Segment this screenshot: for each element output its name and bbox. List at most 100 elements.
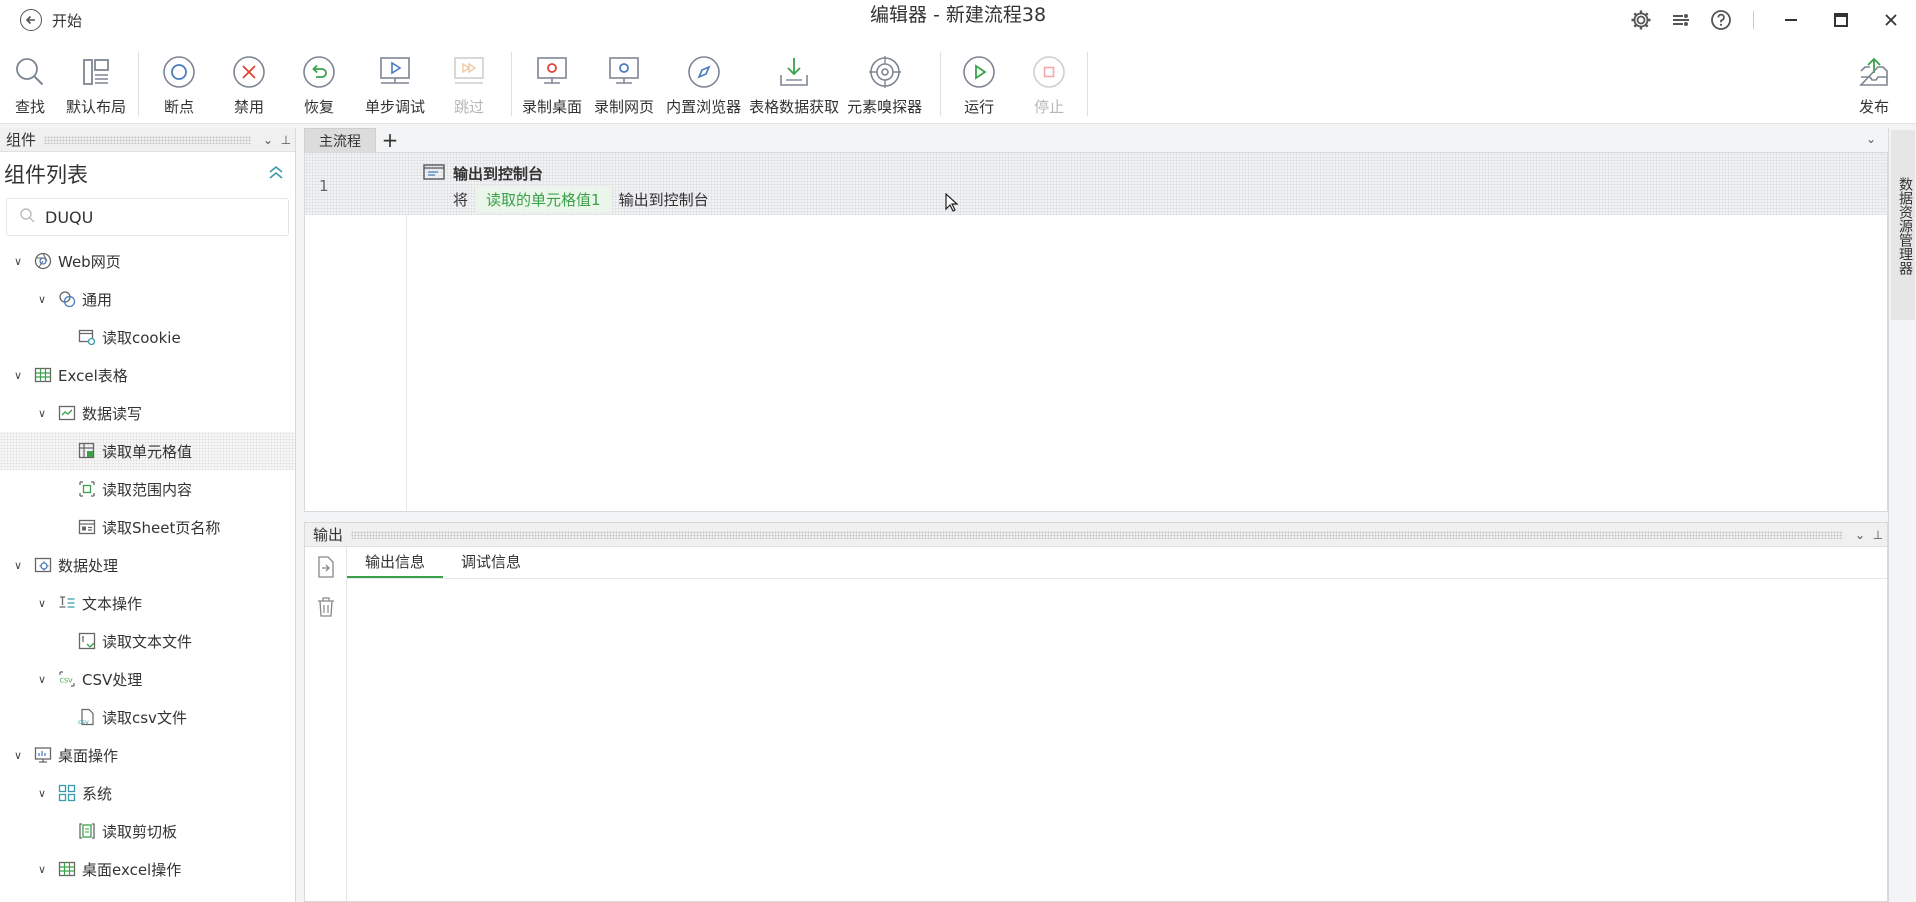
tree-node-read-sheet-name[interactable]: 读取Sheet页名称: [0, 508, 295, 546]
variable-chip[interactable]: 读取的单元格值1: [476, 187, 611, 212]
general-icon: [58, 290, 76, 308]
tree-node-general[interactable]: ∨ 通用: [0, 280, 295, 318]
chevron-down-icon[interactable]: ∨: [14, 255, 28, 268]
tabs-dropdown-icon[interactable]: ⌄: [1866, 132, 1876, 146]
tree-node-label: Web网页: [58, 252, 121, 271]
back-arrow-icon: [20, 9, 42, 31]
chevron-down-icon[interactable]: ∨: [38, 673, 52, 686]
tree-node-read-clipboard[interactable]: 读取剪切板: [0, 812, 295, 850]
tab-main-flow[interactable]: 主流程: [304, 128, 376, 152]
default-layout-button[interactable]: 默认布局: [62, 40, 130, 124]
pin-icon[interactable]: ⊥: [277, 133, 295, 147]
tree-node-read-range[interactable]: 读取范围内容: [0, 470, 295, 508]
find-label: 查找: [14, 98, 45, 116]
table-fetch-button[interactable]: 表格数据获取: [745, 40, 843, 124]
step-title: 输出到控制台: [453, 165, 544, 183]
component-search-input[interactable]: [45, 207, 265, 227]
breakpoint-button[interactable]: 断点: [155, 40, 203, 124]
csv-icon: CSV: [58, 670, 76, 688]
tree-node-desktop-excel[interactable]: ∨ 桌面excel操作: [0, 850, 295, 888]
toolbar: 查找 默认布局 断点 禁用 恢复 单步调试 跳过 录制桌面 录制网页 内置浏览器…: [0, 40, 1916, 124]
publish-button[interactable]: 发布: [1850, 40, 1898, 124]
tree-node-read-csv-file[interactable]: csv 读取csv文件: [0, 698, 295, 736]
chevron-down-icon[interactable]: ∨: [38, 293, 52, 306]
tree-node-label: 读取文本文件: [102, 632, 193, 651]
excel-icon: [34, 366, 52, 384]
chevron-down-icon[interactable]: ∨: [38, 407, 52, 420]
record-desktop-button[interactable]: 录制桌面: [518, 40, 586, 124]
restore-label: 恢复: [304, 98, 335, 116]
tree-node-read-cookie[interactable]: 读取cookie: [0, 318, 295, 356]
component-search-box[interactable]: [6, 198, 289, 236]
add-tab-button[interactable]: +: [376, 128, 404, 152]
disable-button[interactable]: 禁用: [225, 40, 273, 124]
flow-editor[interactable]: 1 输出到控制台 将 读取的单元格值1 输出到控制台: [304, 152, 1888, 512]
tree-node-label: 桌面操作: [58, 746, 119, 765]
pin-icon[interactable]: ⊥: [1869, 528, 1887, 542]
export-log-icon[interactable]: [305, 547, 347, 587]
tree-node-label: 桌面excel操作: [82, 860, 182, 879]
skip-label: 跳过: [454, 98, 485, 116]
run-label: 运行: [964, 98, 995, 116]
disable-icon: [229, 52, 269, 92]
chevron-down-icon[interactable]: ∨: [38, 597, 52, 610]
data-explorer-tab[interactable]: 数据资源管理器: [1891, 130, 1915, 320]
plugin-icon[interactable]: [1661, 0, 1701, 40]
restore-button[interactable]: 恢复: [295, 40, 343, 124]
tree-node-system[interactable]: ∨ 系统: [0, 774, 295, 812]
trash-icon[interactable]: [305, 587, 347, 627]
skip-icon: [449, 52, 489, 92]
help-icon[interactable]: [1701, 0, 1741, 40]
element-sniffer-label: 元素嗅探器: [847, 98, 923, 116]
panel-dropdown-icon[interactable]: ⌄: [1851, 528, 1869, 542]
tree-node-label: 通用: [82, 290, 113, 309]
output-tabs: 输出信息 调试信息: [347, 547, 1887, 579]
panel-drag-handle[interactable]: [44, 135, 251, 144]
component-panel-header-label: 组件: [6, 131, 37, 149]
back-button[interactable]: 开始: [20, 9, 82, 31]
chevron-down-icon[interactable]: ∨: [38, 863, 52, 876]
search-icon: [19, 207, 35, 227]
panel-dropdown-icon[interactable]: ⌄: [259, 133, 277, 147]
tree-node-csv[interactable]: ∨ CSV CSV处理: [0, 660, 295, 698]
chevron-down-icon[interactable]: ∨: [14, 559, 28, 572]
record-web-button[interactable]: 录制网页: [590, 40, 658, 124]
component-panel: 组件 ⌄ ⊥ 组件列表 ∨ Web网页 ∨ 通用 读取cookie: [0, 128, 296, 902]
back-label: 开始: [52, 11, 83, 30]
tree-node-read-cell[interactable]: 读取单元格值: [0, 432, 295, 470]
publish-icon: [1854, 52, 1894, 92]
step-description: 将 读取的单元格值1 输出到控制台: [453, 187, 709, 212]
run-button[interactable]: 运行: [955, 40, 1003, 124]
record-desktop-icon: [532, 52, 572, 92]
stop-button[interactable]: 停止: [1025, 40, 1073, 124]
flow-step-row[interactable]: 1 输出到控制台 将 读取的单元格值1 输出到控制台: [305, 153, 1887, 215]
element-sniffer-button[interactable]: 元素嗅探器: [843, 40, 926, 124]
settings-gear-icon[interactable]: [1621, 0, 1661, 40]
step-debug-button[interactable]: 单步调试: [361, 40, 429, 124]
tree-node-read-text-file[interactable]: 读取文本文件: [0, 622, 295, 660]
builtin-browser-button[interactable]: 内置浏览器: [662, 40, 745, 124]
tree-node-desktop[interactable]: ∨ 桌面操作: [0, 736, 295, 774]
tree-node-excel[interactable]: ∨ Excel表格: [0, 356, 295, 394]
collapse-all-icon[interactable]: [267, 163, 285, 185]
chevron-down-icon[interactable]: ∨: [14, 749, 28, 762]
tab-debug-info[interactable]: 调试信息: [443, 547, 539, 578]
tree-node-web[interactable]: ∨ Web网页: [0, 242, 295, 280]
desktop-excel-icon: [58, 860, 76, 878]
skip-button[interactable]: 跳过: [445, 40, 493, 124]
minimize-icon[interactable]: [1766, 0, 1816, 40]
chevron-down-icon[interactable]: ∨: [14, 369, 28, 382]
tree-node-data-process[interactable]: ∨ 数据处理: [0, 546, 295, 584]
close-window-icon[interactable]: [1866, 0, 1916, 40]
tree-node-text-op[interactable]: ∨ 文本操作: [0, 584, 295, 622]
tree-node-data-rw[interactable]: ∨ 数据读写: [0, 394, 295, 432]
chevron-down-icon[interactable]: ∨: [38, 787, 52, 800]
tree-node-label: 读取Sheet页名称: [102, 518, 221, 537]
find-button[interactable]: 查找: [6, 40, 54, 124]
clipboard-icon: [78, 822, 96, 840]
restore-icon: [299, 52, 339, 92]
panel-drag-handle[interactable]: [351, 530, 1843, 539]
tab-output-info[interactable]: 输出信息: [347, 547, 444, 578]
maximize-icon[interactable]: [1816, 0, 1866, 40]
step-prefix: 将: [453, 191, 469, 209]
